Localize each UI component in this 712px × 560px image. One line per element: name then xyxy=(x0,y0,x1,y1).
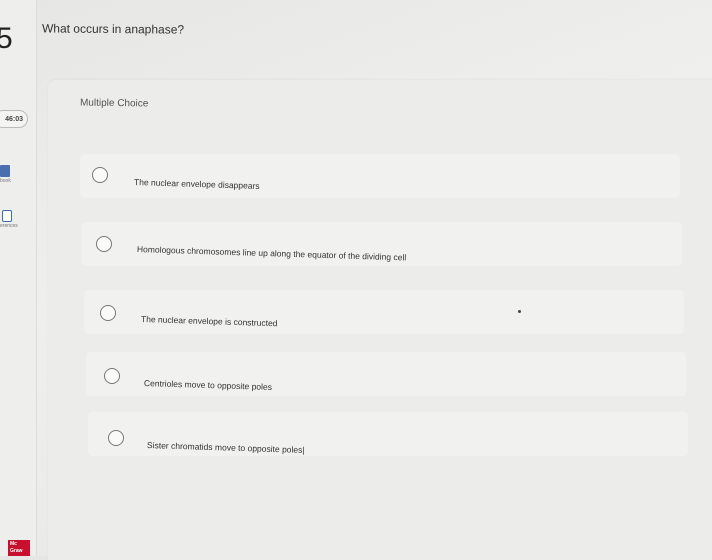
screen-speck xyxy=(518,310,521,313)
references-icon xyxy=(2,210,12,222)
choice-radio[interactable] xyxy=(108,430,124,446)
choice-radio[interactable] xyxy=(92,167,108,183)
ebook-icon xyxy=(0,165,10,177)
choice-row[interactable] xyxy=(86,352,686,396)
mcgraw-hill-logo: Mc Graw xyxy=(8,540,30,556)
references-button[interactable]: erences xyxy=(0,210,34,229)
question-prompt: What occurs in anaphase? xyxy=(41,21,185,37)
ebook-label: book xyxy=(0,178,11,184)
question-type-label: Multiple Choice xyxy=(79,97,149,110)
choice-radio[interactable] xyxy=(104,368,120,384)
choice-radio[interactable] xyxy=(96,236,112,252)
ebook-button[interactable]: book xyxy=(0,165,34,184)
timer-badge: 46:03 xyxy=(0,110,28,128)
left-sidebar: 5 46:03 book erences Mc Graw xyxy=(0,0,37,556)
question-number: 5 xyxy=(0,22,13,55)
choice-row[interactable] xyxy=(84,290,684,334)
choice-row[interactable] xyxy=(80,154,680,198)
references-label: erences xyxy=(0,223,18,229)
choice-radio[interactable] xyxy=(100,305,116,321)
